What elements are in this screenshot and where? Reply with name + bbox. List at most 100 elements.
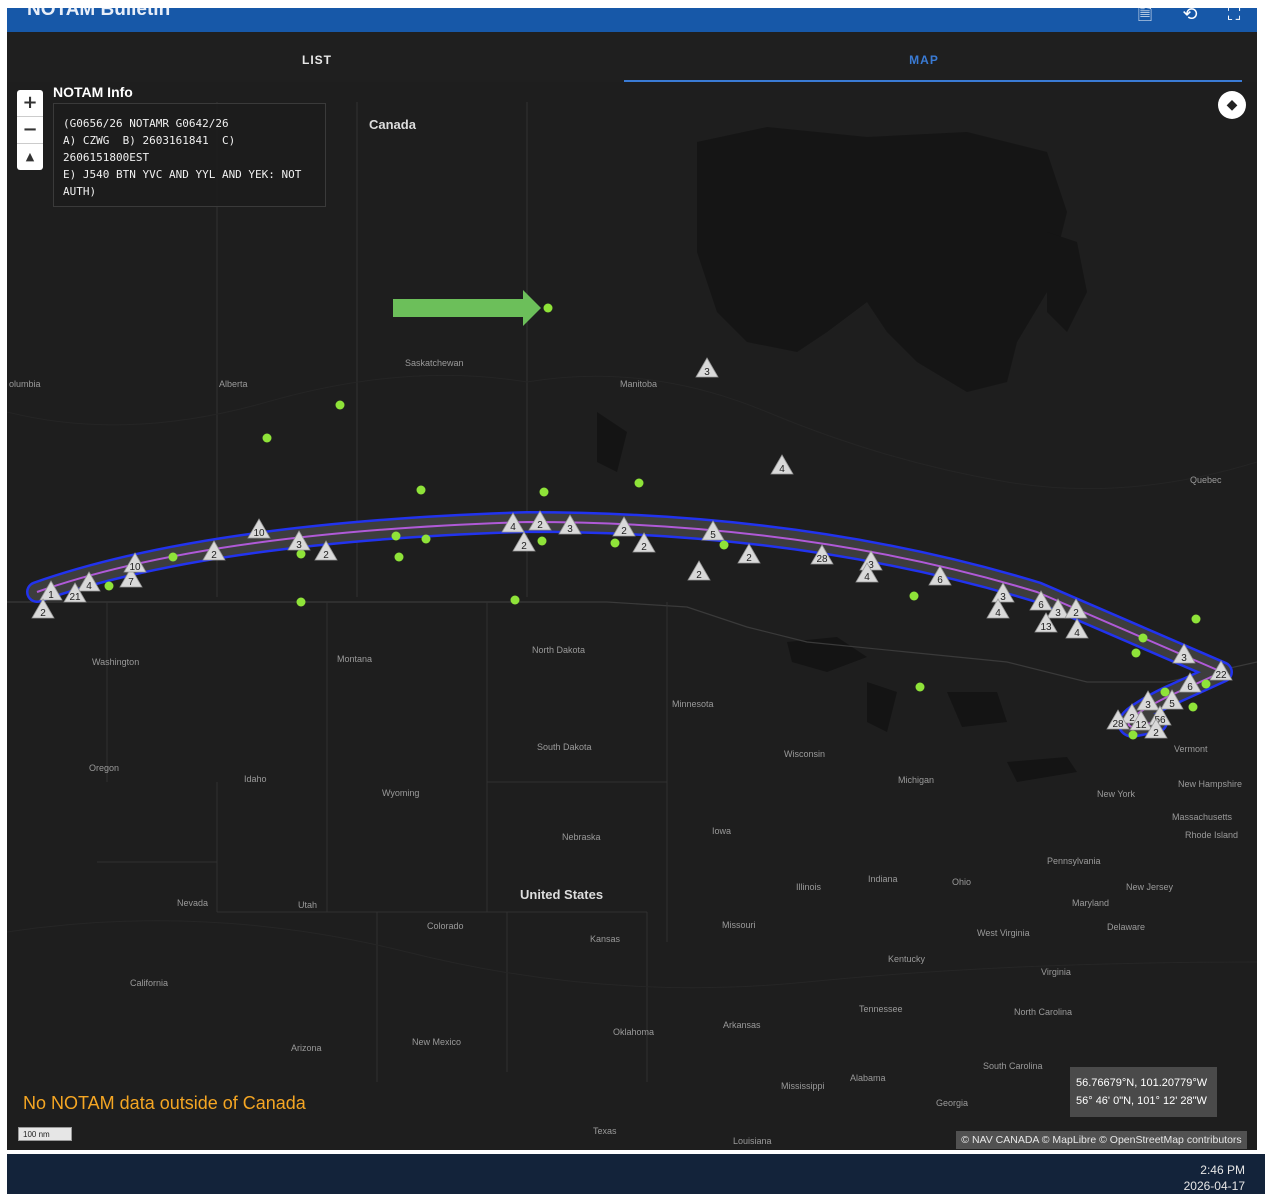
label-california: California [130,978,168,988]
airport-dot[interactable] [1160,687,1170,697]
label-utah: Utah [298,900,317,910]
marker-count: 7 [128,577,134,588]
airport-dot[interactable] [335,400,345,410]
lake-superior [787,637,867,672]
marker-count: 21 [69,592,81,603]
airport-dot[interactable] [1131,648,1141,658]
marker-count: 3 [296,540,302,551]
scale-bar: 100 nm [18,1127,72,1141]
label-nevada: Nevada [177,898,208,908]
label-montana: Montana [337,654,372,664]
app-title: NOTAM Bulletin [27,8,171,20]
lake-winnipeg [597,412,627,472]
label-virginia: Virginia [1041,967,1071,977]
label-idaho: Idaho [244,774,267,784]
marker-count: 13 [1040,622,1052,633]
label-oklahoma: Oklahoma [613,1027,654,1037]
label-british-columbia: olumbia [9,379,41,389]
airport-dot[interactable] [416,485,426,495]
map-canvas[interactable]: 1 4 21 2 7 10 2 10 3 2 4 2 2 3 2 2 5 2 2 28 3 4 6 3 4 6 3 2 13 4 3 22 6 5… [7,82,1257,1150]
app-window: NOTAM Bulletin 🗎 ⟲ ⛶ LIST MAP 1 4 21 2 7… [7,8,1257,1150]
lake-michigan [867,682,897,732]
label-washington: Washington [92,657,139,667]
label-alabama: Alabama [850,1073,886,1083]
marker-count: 2 [696,570,702,581]
airport-dot[interactable] [394,552,404,562]
label-indiana: Indiana [868,874,898,884]
tab-map[interactable]: MAP [624,32,1224,82]
airport-dot[interactable] [104,581,114,591]
notam-marker[interactable]: 4 [770,454,794,475]
marker-count: 4 [1074,628,1080,639]
label-arkansas: Arkansas [723,1020,761,1030]
zoom-in-button[interactable]: + [17,90,43,116]
marker-count: 22 [1215,670,1227,681]
notam-marker[interactable]: 2 [512,531,536,552]
label-new-hampshire: New Hampshire [1178,779,1242,789]
airport-dot[interactable] [719,540,729,550]
notam-marker[interactable]: 2 [687,560,711,581]
notam-marker[interactable]: 3 [695,357,719,378]
marker-count: 5 [1169,699,1175,710]
notam-marker[interactable]: 10 [247,518,271,539]
label-michigan: Michigan [898,775,934,785]
airport-dot[interactable] [537,536,547,546]
us-state-borders [97,602,668,1082]
marker-count: 2 [521,541,527,552]
marker-count: 4 [86,581,92,592]
marker-count: 4 [864,572,870,583]
coordinates-dms: 56° 46' 0"N, 101° 12' 28"W [1076,1095,1207,1107]
label-nebraska: Nebraska [562,832,601,842]
airport-dot[interactable] [168,552,178,562]
label-alberta: Alberta [219,379,248,389]
airport-dot[interactable] [1188,702,1198,712]
airport-dot[interactable] [1128,730,1138,740]
airport-dot[interactable] [915,682,925,692]
marker-count: 3 [1145,700,1151,711]
refresh-icon[interactable]: ⟲ [1177,8,1203,28]
marker-count: 5 [710,530,716,541]
label-louisiana: Louisiana [733,1136,772,1146]
airport-dot[interactable] [909,591,919,601]
airport-dot[interactable] [391,531,401,541]
label-united-states: United States [520,887,603,902]
marker-count: 10 [129,562,141,573]
label-missouri: Missouri [722,920,756,930]
marker-count: 6 [1187,682,1193,693]
airport-dot[interactable] [1138,633,1148,643]
label-illinois: Illinois [796,882,822,892]
selected-airport-dot[interactable] [543,303,553,313]
zoom-control: + − ▲ [17,90,43,170]
airport-dot[interactable] [610,538,620,548]
notam-marker[interactable]: 2 [737,543,761,564]
marker-count: 10 [253,528,265,539]
layers-icon[interactable]: ◆ [1218,91,1246,119]
tab-list[interactable]: LIST [17,32,617,82]
airport-dot[interactable] [296,597,306,607]
airport-dot[interactable] [634,478,644,488]
label-massachusetts: Massachusetts [1172,812,1233,822]
label-canada: Canada [369,117,417,132]
compass-reset-button[interactable]: ▲ [17,144,43,170]
zoom-out-button[interactable]: − [17,117,43,143]
label-oregon: Oregon [89,763,119,773]
airport-dot[interactable] [539,487,549,497]
airport-dot[interactable] [510,595,520,605]
marker-count: 2 [621,526,627,537]
settings-file-icon[interactable]: 🗎 [1132,8,1158,28]
airport-dot[interactable] [1191,614,1201,624]
fullscreen-icon[interactable]: ⛶ [1221,8,1247,28]
airport-dot[interactable] [421,534,431,544]
label-kansas: Kansas [590,934,621,944]
map-attribution[interactable]: © NAV CANADA © MapLibre © OpenStreetMap … [956,1131,1247,1149]
airport-dot[interactable] [1201,679,1211,689]
label-south-dakota: South Dakota [537,742,592,752]
hudson-bay [697,127,1067,392]
label-quebec: Quebec [1190,475,1222,485]
airport-dot[interactable] [262,433,272,443]
marker-count: 6 [937,575,943,586]
james-bay [1047,232,1087,332]
label-kentucky: Kentucky [888,954,926,964]
marker-count: 4 [779,464,785,475]
lake-huron [947,692,1007,727]
